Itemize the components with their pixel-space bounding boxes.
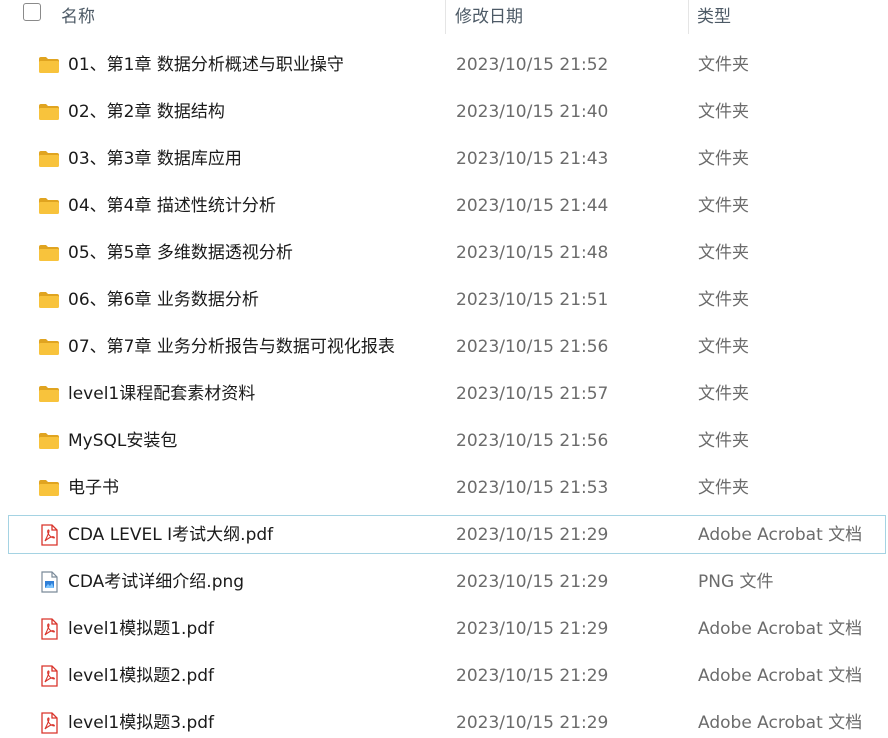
modified-date: 2023/10/15 21:29 [456,713,609,733]
file-name: 07、第7章 业务分析报告与数据可视化报表 [68,337,395,357]
file-name: 02、第2章 数据结构 [68,102,225,122]
folder-row[interactable]: MySQL安装包 2023/10/15 21:56 文件夹 [8,421,886,460]
folder-row[interactable]: 07、第7章 业务分析报告与数据可视化报表 2023/10/15 21:56 文件夹 [8,327,886,366]
file-name: CDA LEVEL I考试大纲.pdf [68,525,274,545]
file-type: 文件夹 [698,149,749,169]
file-type: 文件夹 [698,478,749,498]
folder-row[interactable]: 03、第3章 数据库应用 2023/10/15 21:43 文件夹 [8,139,886,178]
file-name: 06、第6章 业务数据分析 [68,290,259,310]
folder-row[interactable]: 02、第2章 数据结构 2023/10/15 21:40 文件夹 [8,92,886,131]
file-name: 04、第4章 描述性统计分析 [68,196,276,216]
folder-icon [38,289,60,311]
folder-row[interactable]: 电子书 2023/10/15 21:53 文件夹 [8,468,886,507]
folder-icon [38,430,60,452]
folder-icon [38,477,60,499]
folder-icon [38,242,60,264]
modified-date: 2023/10/15 21:29 [456,572,609,592]
pdf-icon [38,665,60,687]
file-type: 文件夹 [698,290,749,310]
folder-icon [38,195,60,217]
file-type: 文件夹 [698,243,749,263]
file-type: 文件夹 [698,102,749,122]
modified-date: 2023/10/15 21:48 [456,243,609,263]
modified-date: 2023/10/15 21:43 [456,149,609,169]
image-file-icon [38,571,60,593]
modified-date: 2023/10/15 21:56 [456,431,609,451]
folder-icon [38,383,60,405]
modified-date: 2023/10/15 21:52 [456,55,609,75]
folder-row[interactable]: 06、第6章 业务数据分析 2023/10/15 21:51 文件夹 [8,280,886,319]
folder-icon [38,101,60,123]
folder-row[interactable]: 05、第5章 多维数据透视分析 2023/10/15 21:48 文件夹 [8,233,886,272]
modified-date: 2023/10/15 21:56 [456,337,609,357]
folder-row[interactable]: 01、第1章 数据分析概述与职业操守 2023/10/15 21:52 文件夹 [8,45,886,84]
file-name: level1模拟题2.pdf [68,666,215,686]
file-name: 05、第5章 多维数据透视分析 [68,243,293,263]
file-explorer: 名称 修改日期 类型 01、第1章 数据分析概述与职业操守 2023/10/15 … [0,0,888,738]
file-name: 电子书 [68,478,119,498]
modified-date: 2023/10/15 21:29 [456,619,609,639]
modified-date: 2023/10/15 21:44 [456,196,609,216]
pdf-icon [38,524,60,546]
file-row[interactable]: level1模拟题1.pdf 2023/10/15 21:29 Adobe Acro… [8,609,886,648]
folder-row[interactable]: level1课程配套素材资料 2023/10/15 21:57 文件夹 [8,374,886,413]
modified-date: 2023/10/15 21:40 [456,102,609,122]
file-type: Adobe Acrobat 文档 [698,713,863,733]
file-name: level1模拟题3.pdf [68,713,215,733]
file-type: 文件夹 [698,196,749,216]
folder-icon [38,336,60,358]
file-list: 01、第1章 数据分析概述与职业操守 2023/10/15 21:52 文件夹 02、… [0,0,888,738]
folder-row[interactable]: 04、第4章 描述性统计分析 2023/10/15 21:44 文件夹 [8,186,886,225]
file-name: level1课程配套素材资料 [68,384,256,404]
folder-icon [38,54,60,76]
file-row[interactable]: CDA考试详细介绍.png 2023/10/15 21:29 PNG 文件 [8,562,886,601]
file-name: 03、第3章 数据库应用 [68,149,242,169]
folder-icon [38,148,60,170]
file-name: 01、第1章 数据分析概述与职业操守 [68,55,344,75]
file-name: level1模拟题1.pdf [68,619,215,639]
file-name: CDA考试详细介绍.png [68,572,245,592]
file-type: Adobe Acrobat 文档 [698,666,863,686]
file-row[interactable]: CDA LEVEL I考试大纲.pdf 2023/10/15 21:29 Adobe… [8,515,886,554]
pdf-icon [38,712,60,734]
file-row[interactable]: level1模拟题2.pdf 2023/10/15 21:29 Adobe Acro… [8,656,886,695]
modified-date: 2023/10/15 21:57 [456,384,609,404]
file-row[interactable]: level1模拟题3.pdf 2023/10/15 21:29 Adobe Acro… [8,703,886,738]
modified-date: 2023/10/15 21:53 [456,478,609,498]
file-type: 文件夹 [698,337,749,357]
file-type: 文件夹 [698,384,749,404]
modified-date: 2023/10/15 21:29 [456,666,609,686]
modified-date: 2023/10/15 21:51 [456,290,609,310]
file-type: Adobe Acrobat 文档 [698,525,863,545]
modified-date: 2023/10/15 21:29 [456,525,609,545]
file-type: 文件夹 [698,55,749,75]
file-type: Adobe Acrobat 文档 [698,619,863,639]
file-name: MySQL安装包 [68,431,178,451]
file-type: PNG 文件 [698,572,774,592]
pdf-icon [38,618,60,640]
file-type: 文件夹 [698,431,749,451]
